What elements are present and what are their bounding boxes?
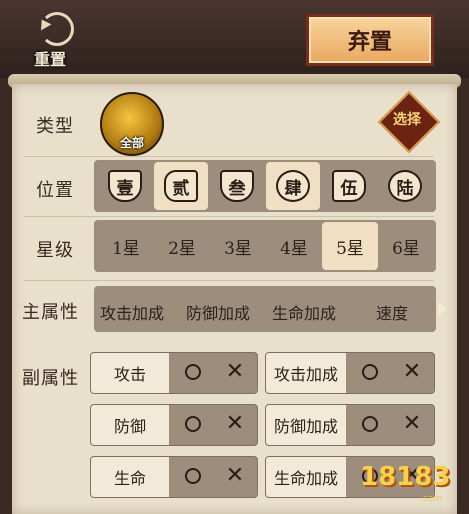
divider [24,156,434,157]
sub-attr-row[interactable]: 防御 ✕ [90,404,258,446]
sub-attr-name: 攻击 [91,353,169,393]
sub-attr-row[interactable]: 攻击加成 ✕ [265,352,435,394]
arrow-right-icon[interactable] [438,302,447,316]
cross-icon[interactable]: ✕ [225,464,245,488]
reset-label: 重置 [34,50,67,69]
star-option-5[interactable]: 5星 [322,222,378,270]
sub-attr-row[interactable]: 生命 ✕ [90,456,258,498]
site-watermark: 18183 [360,462,451,492]
sub-attr-name: 防御 [91,405,169,445]
position-option-4[interactable]: 肆 [266,162,320,210]
sub-attr-name: 生命 [91,457,169,497]
position-badge: 叁 [220,170,254,202]
choose-label: 选择 [393,112,421,128]
position-option-5[interactable]: 伍 [322,162,376,210]
main-attr-option[interactable]: 生命加成 [272,300,336,324]
star-option-6[interactable]: 6星 [378,222,434,270]
position-badge: 贰 [164,170,198,202]
circle-icon[interactable] [185,416,201,432]
divider [24,280,434,281]
position-badge: 肆 [276,170,310,202]
type-selected-label: 全部 [119,136,144,150]
refresh-icon [40,12,74,46]
sub-attr-name: 防御加成 [266,405,346,445]
main-attr-option[interactable]: 速度 [376,300,408,324]
position-option-3[interactable]: 叁 [210,162,264,210]
sub-attr-row[interactable]: 攻击 ✕ [90,352,258,394]
sub-attr-name: 生命加成 [266,457,346,497]
discard-button[interactable]: 弃置 [306,14,434,66]
cross-icon[interactable]: ✕ [225,360,245,384]
circle-icon[interactable] [362,416,378,432]
star-label: 星级 [36,240,74,261]
divider [24,216,434,217]
circle-icon[interactable] [185,364,201,380]
site-watermark-domain: .com [420,494,443,504]
position-badge: 陆 [388,170,422,202]
position-badge: 伍 [332,170,366,202]
position-label: 位置 [36,180,74,201]
position-option-2[interactable]: 贰 [154,162,208,210]
type-label: 类型 [36,116,74,137]
main-attr-label: 主属性 [22,302,79,323]
cross-icon[interactable]: ✕ [225,412,245,436]
star-option-4[interactable]: 4星 [266,222,322,270]
star-option-1[interactable]: 1星 [98,222,154,270]
sub-attr-name: 攻击加成 [266,353,346,393]
main-attr-option[interactable]: 攻击加成 [100,300,164,324]
position-option-6[interactable]: 陆 [378,162,432,210]
reset-button[interactable]: 重置 [28,12,88,70]
star-option-2[interactable]: 2星 [154,222,210,270]
cross-icon[interactable]: ✕ [402,412,422,436]
cross-icon[interactable]: ✕ [402,360,422,384]
position-badge: 壹 [108,170,142,202]
circle-icon[interactable] [362,364,378,380]
star-option-3[interactable]: 3星 [210,222,266,270]
main-attr-option[interactable]: 防御加成 [186,300,250,324]
sub-attr-row[interactable]: 防御加成 ✕ [265,404,435,446]
sub-attr-label: 副属性 [22,368,79,389]
type-all-icon[interactable]: 全部 [100,92,164,156]
circle-icon[interactable] [185,468,201,484]
position-option-1[interactable]: 壹 [98,162,152,210]
